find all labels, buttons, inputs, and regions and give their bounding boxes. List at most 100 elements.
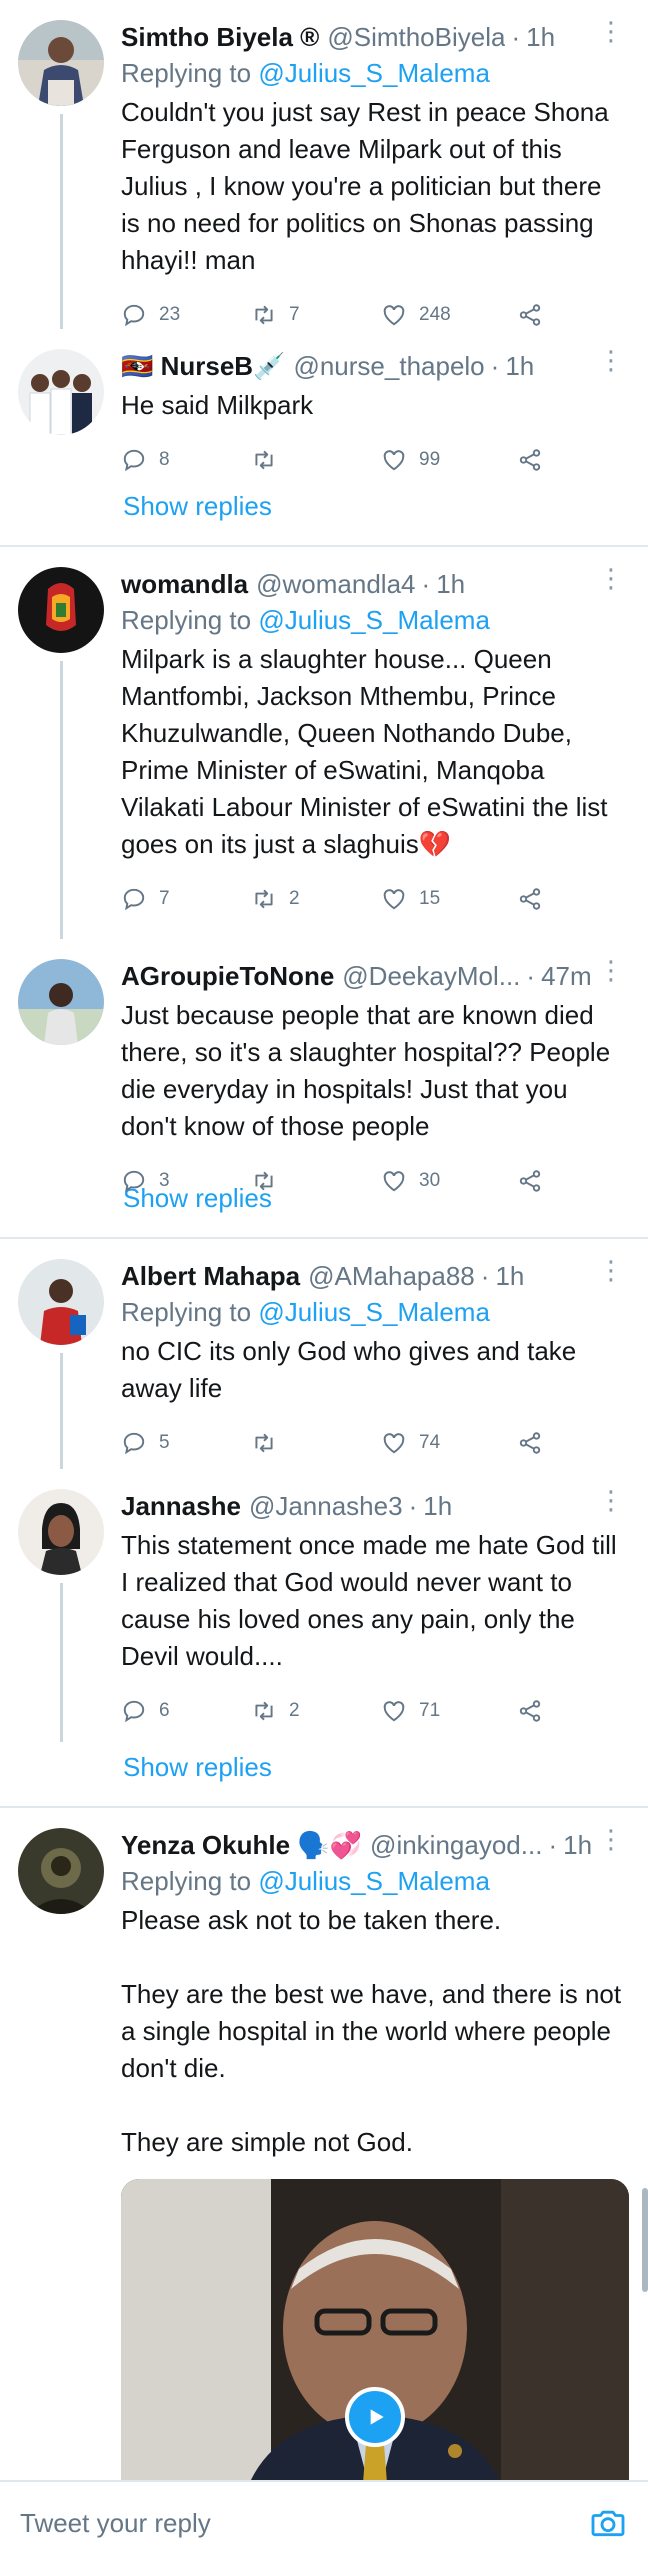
like-button[interactable]: 74 — [381, 1430, 511, 1456]
display-name[interactable]: Albert Mahapa — [121, 1259, 300, 1293]
mention-link[interactable]: @Julius_S_Malema — [258, 1297, 490, 1327]
display-name[interactable]: AGroupieToNone — [121, 959, 334, 993]
thread-line — [60, 114, 63, 329]
reply-button[interactable]: 8 — [121, 447, 251, 473]
replying-to-prefix: Replying to — [121, 605, 259, 635]
play-icon — [370, 2409, 384, 2425]
share-button[interactable] — [517, 886, 555, 912]
retweet-button[interactable]: 2 — [251, 886, 381, 912]
reply-button[interactable]: 3 — [121, 1168, 251, 1194]
more-icon[interactable]: ⋮ — [598, 18, 624, 44]
user-handle[interactable]: @Jannashe3 — [249, 1489, 403, 1523]
tweet-text: This statement once made me hate God til… — [121, 1530, 624, 1671]
more-icon[interactable]: ⋮ — [598, 565, 624, 591]
like-button[interactable]: 99 — [381, 447, 511, 473]
reply-button[interactable]: 5 — [121, 1430, 251, 1456]
share-button[interactable] — [517, 447, 555, 473]
thread-line — [60, 1583, 63, 1742]
more-icon[interactable]: ⋮ — [598, 1826, 624, 1852]
avatar[interactable] — [18, 20, 104, 106]
display-name[interactable]: Yenza Okuhle 🗣️💞 — [121, 1828, 362, 1862]
tweet[interactable]: womandla @womandla4 · 1h ⋮ Replying to @… — [0, 547, 648, 939]
timestamp: 1h — [436, 569, 466, 599]
reply-button[interactable]: 7 — [121, 886, 251, 912]
more-icon[interactable]: ⋮ — [598, 957, 624, 983]
tweet[interactable]: Albert Mahapa @AMahapa88 · 1h ⋮ Replying… — [0, 1239, 648, 1469]
like-button[interactable]: 30 — [381, 1168, 511, 1194]
share-icon — [519, 1170, 541, 1192]
like-count: 248 — [419, 304, 451, 325]
like-button[interactable]: 15 — [381, 886, 511, 912]
play-button[interactable] — [345, 2387, 405, 2447]
tweet[interactable]: Jannashe @Jannashe3 · 1h ⋮ This statemen… — [0, 1469, 648, 1742]
tweet-reply-input[interactable] — [20, 2507, 588, 2539]
tweet[interactable]: AGroupieToNone @DeekayMol... · 47m ⋮ Jus… — [0, 939, 648, 1193]
timestamp: 1h — [505, 351, 535, 381]
user-handle[interactable]: @SimthoBiyela — [327, 20, 505, 54]
retweet-icon — [255, 1433, 273, 1453]
camera-icon[interactable] — [588, 2503, 628, 2543]
like-icon — [383, 889, 405, 910]
more-icon[interactable]: ⋮ — [598, 1487, 624, 1513]
user-handle[interactable]: @AMahapa88 — [308, 1259, 475, 1293]
display-name[interactable]: 🇸🇿 NurseB💉 — [121, 349, 285, 383]
avatar[interactable] — [18, 1489, 104, 1575]
tweet[interactable]: Simtho Biyela ® @SimthoBiyela · 1h ⋮ Rep… — [0, 0, 648, 329]
user-handle[interactable]: @womandla4 — [256, 567, 415, 601]
user-handle[interactable]: @nurse_thapelo — [293, 349, 484, 383]
display-name[interactable]: womandla — [121, 567, 248, 601]
retweet-button[interactable] — [251, 447, 381, 473]
retweet-button[interactable]: 7 — [251, 302, 381, 328]
share-icon — [519, 1700, 541, 1722]
timestamp: 1h — [495, 1261, 525, 1291]
retweet-button[interactable] — [251, 1430, 381, 1456]
avatar[interactable] — [18, 567, 104, 653]
avatar[interactable] — [18, 1259, 104, 1345]
show-replies-link[interactable]: Show replies — [0, 481, 648, 545]
video-thumbnail[interactable] — [121, 2179, 629, 2480]
reply-count: 3 — [159, 1170, 170, 1191]
tweet-actions: 6 2 71 — [121, 1683, 624, 1739]
avatar[interactable] — [18, 349, 104, 435]
display-name[interactable]: Jannashe — [121, 1489, 241, 1523]
like-count: 74 — [419, 1432, 441, 1453]
mention-link[interactable]: @Julius_S_Malema — [258, 58, 490, 88]
avatar[interactable] — [18, 1828, 104, 1914]
retweet-button[interactable]: 2 — [251, 1698, 381, 1724]
replying-to-prefix: Replying to — [121, 58, 259, 88]
reply-button[interactable]: 6 — [121, 1698, 251, 1724]
separator-dot: · — [421, 569, 431, 599]
tweet-text: Just because people that are known died … — [121, 1000, 618, 1141]
user-handle[interactable]: @DeekayMol... — [342, 959, 520, 993]
retweet-count: 2 — [289, 1700, 300, 1721]
user-handle[interactable]: @inkingayod... — [370, 1828, 542, 1862]
share-button[interactable] — [517, 1168, 555, 1194]
share-button[interactable] — [517, 1698, 555, 1724]
share-button[interactable] — [517, 1430, 555, 1456]
reply-count: 23 — [159, 304, 181, 325]
tweet[interactable]: 🇸🇿 NurseB💉 @nurse_thapelo · 1h ⋮ He said… — [0, 329, 648, 481]
more-icon[interactable]: ⋮ — [598, 347, 624, 373]
tweet[interactable]: Yenza Okuhle 🗣️💞 @inkingayod... · 1h ⋮ R… — [0, 1808, 648, 2480]
replying-to: Replying to @Julius_S_Malema — [121, 1864, 624, 1898]
replying-to: Replying to @Julius_S_Malema — [121, 1295, 624, 1329]
like-button[interactable]: 248 — [381, 302, 511, 328]
timestamp: 1h — [563, 1830, 593, 1860]
scrollbar[interactable] — [642, 2188, 648, 2292]
tweet-text: He said Milkpark — [121, 390, 314, 420]
replying-to-prefix: Replying to — [121, 1866, 259, 1896]
more-icon[interactable]: ⋮ — [598, 1257, 624, 1283]
show-replies-link[interactable]: Show replies — [0, 1742, 648, 1806]
like-button[interactable]: 71 — [381, 1698, 511, 1724]
display-name[interactable]: Simtho Biyela ® — [121, 20, 319, 54]
separator-dot: · — [490, 351, 500, 381]
like-icon — [383, 1433, 405, 1454]
reply-count: 7 — [159, 888, 170, 909]
reply-icon — [123, 1700, 145, 1723]
avatar[interactable] — [18, 959, 104, 1045]
mention-link[interactable]: @Julius_S_Malema — [258, 1866, 490, 1896]
retweet-button[interactable] — [251, 1168, 381, 1194]
reply-button[interactable]: 23 — [121, 302, 251, 328]
mention-link[interactable]: @Julius_S_Malema — [258, 605, 490, 635]
share-button[interactable] — [517, 302, 555, 328]
